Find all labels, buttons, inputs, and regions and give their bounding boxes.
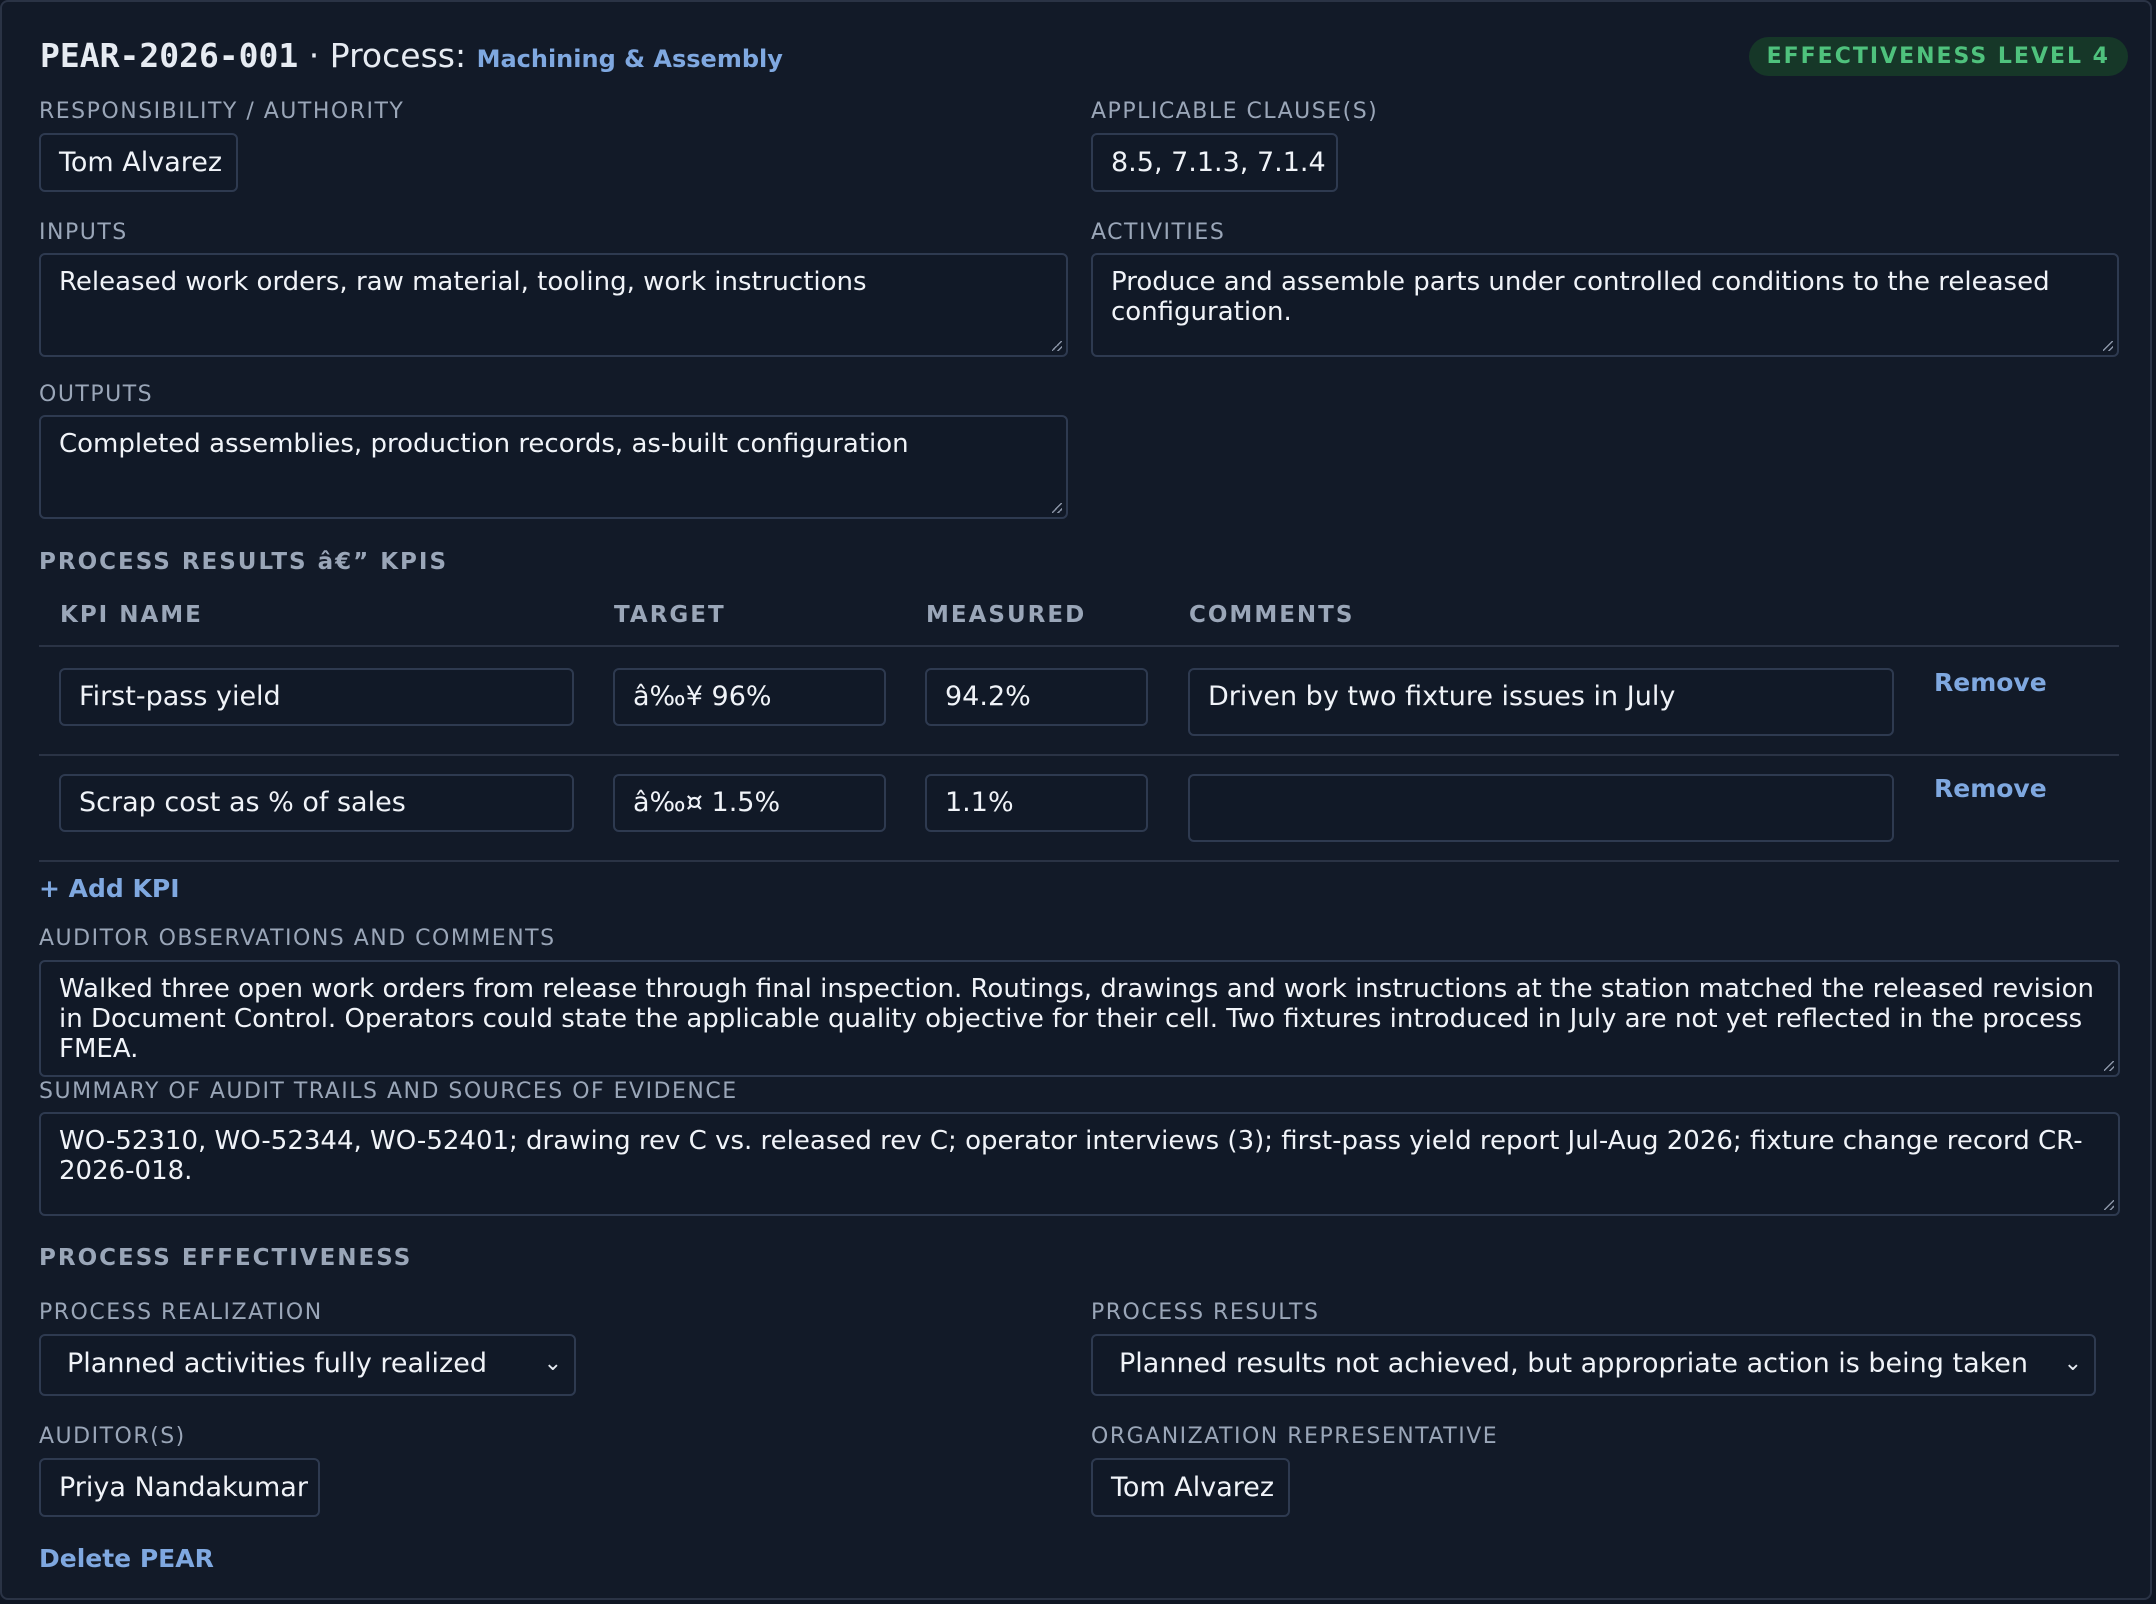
- process-prefix: Process:: [329, 36, 477, 75]
- responsibility-field[interactable]: Tom Alvarez: [39, 133, 238, 192]
- pear-id: PEAR-2026-001: [40, 36, 299, 75]
- effectiveness-section-title: PROCESS EFFECTIVENESS: [39, 1245, 413, 1271]
- pear-card: PEAR-2026-001 · Process: Machining & Ass…: [0, 0, 2152, 1600]
- realization-select[interactable]: Planned activities fully realized ⌄: [39, 1334, 576, 1396]
- kpi-target-input[interactable]: â‰¥ 96%: [613, 668, 886, 726]
- kpi-comments-input[interactable]: [1188, 774, 1894, 842]
- inputs-textarea[interactable]: Released work orders, raw material, tool…: [39, 253, 1068, 357]
- kpi-col-measured: MEASURED: [926, 602, 1087, 628]
- kpi-comments-input[interactable]: Driven by two fixture issues in July: [1188, 668, 1894, 736]
- responsibility-label: RESPONSIBILITY / AUTHORITY: [39, 99, 405, 124]
- rep-field[interactable]: Tom Alvarez: [1091, 1458, 1290, 1517]
- effectiveness-badge: EFFECTIVENESS LEVEL 4: [1748, 37, 2128, 76]
- kpi-header-divider: [39, 645, 2119, 647]
- realization-label: PROCESS REALIZATION: [39, 1300, 323, 1325]
- evidence-label: SUMMARY OF AUDIT TRAILS AND SOURCES OF E…: [39, 1079, 738, 1104]
- kpi-remove-button[interactable]: Remove: [1934, 668, 2047, 697]
- kpi-target-input[interactable]: â‰¤ 1.5%: [613, 774, 886, 832]
- kpi-col-comments: COMMENTS: [1189, 602, 1355, 628]
- kpi-name-input[interactable]: Scrap cost as % of sales: [59, 774, 574, 832]
- title-separator: ·: [298, 36, 330, 75]
- kpi-row-divider: [39, 754, 2119, 756]
- kpi-remove-button[interactable]: Remove: [1934, 774, 2047, 803]
- results-select[interactable]: Planned results not achieved, but approp…: [1091, 1334, 2096, 1396]
- kpi-name-input[interactable]: First-pass yield: [59, 668, 574, 726]
- activities-textarea[interactable]: Produce and assemble parts under control…: [1091, 253, 2119, 357]
- delete-pear-button[interactable]: Delete PEAR: [39, 1544, 214, 1573]
- kpi-section-title: PROCESS RESULTS â€” KPIS: [39, 549, 449, 575]
- results-value: Planned results not achieved, but approp…: [1119, 1348, 2029, 1379]
- kpi-measured-input[interactable]: 94.2%: [925, 668, 1148, 726]
- process-name: Machining & Assembly: [476, 45, 783, 73]
- kpi-col-target: TARGET: [614, 602, 726, 628]
- inputs-label: INPUTS: [39, 220, 128, 245]
- outputs-textarea[interactable]: Completed assemblies, production records…: [39, 415, 1068, 519]
- clauses-field[interactable]: 8.5, 7.1.3, 7.1.4: [1091, 133, 1338, 192]
- outputs-label: OUTPUTS: [39, 382, 154, 407]
- auditors-label: AUDITOR(S): [39, 1424, 186, 1449]
- observations-label: AUDITOR OBSERVATIONS AND COMMENTS: [39, 926, 556, 951]
- kpi-measured-input[interactable]: 1.1%: [925, 774, 1148, 832]
- chevron-down-icon: ⌄: [2063, 1351, 2082, 1376]
- results-label: PROCESS RESULTS: [1091, 1300, 1320, 1325]
- kpi-row-divider: [39, 860, 2119, 862]
- observations-textarea[interactable]: Walked three open work orders from relea…: [39, 960, 2120, 1077]
- auditors-field[interactable]: Priya Nandakumar: [39, 1458, 320, 1517]
- rep-label: ORGANIZATION REPRESENTATIVE: [1091, 1424, 1499, 1449]
- chevron-down-icon: ⌄: [543, 1351, 562, 1376]
- evidence-textarea[interactable]: WO-52310, WO-52344, WO-52401; drawing re…: [39, 1112, 2120, 1216]
- kpi-col-name: KPI NAME: [60, 602, 203, 628]
- activities-label: ACTIVITIES: [1091, 220, 1226, 245]
- add-kpi-button[interactable]: + Add KPI: [39, 874, 180, 903]
- realization-value: Planned activities fully realized: [67, 1348, 487, 1379]
- page-title: PEAR-2026-001 · Process: Machining & Ass…: [40, 36, 783, 75]
- clauses-label: APPLICABLE CLAUSE(S): [1091, 99, 1379, 124]
